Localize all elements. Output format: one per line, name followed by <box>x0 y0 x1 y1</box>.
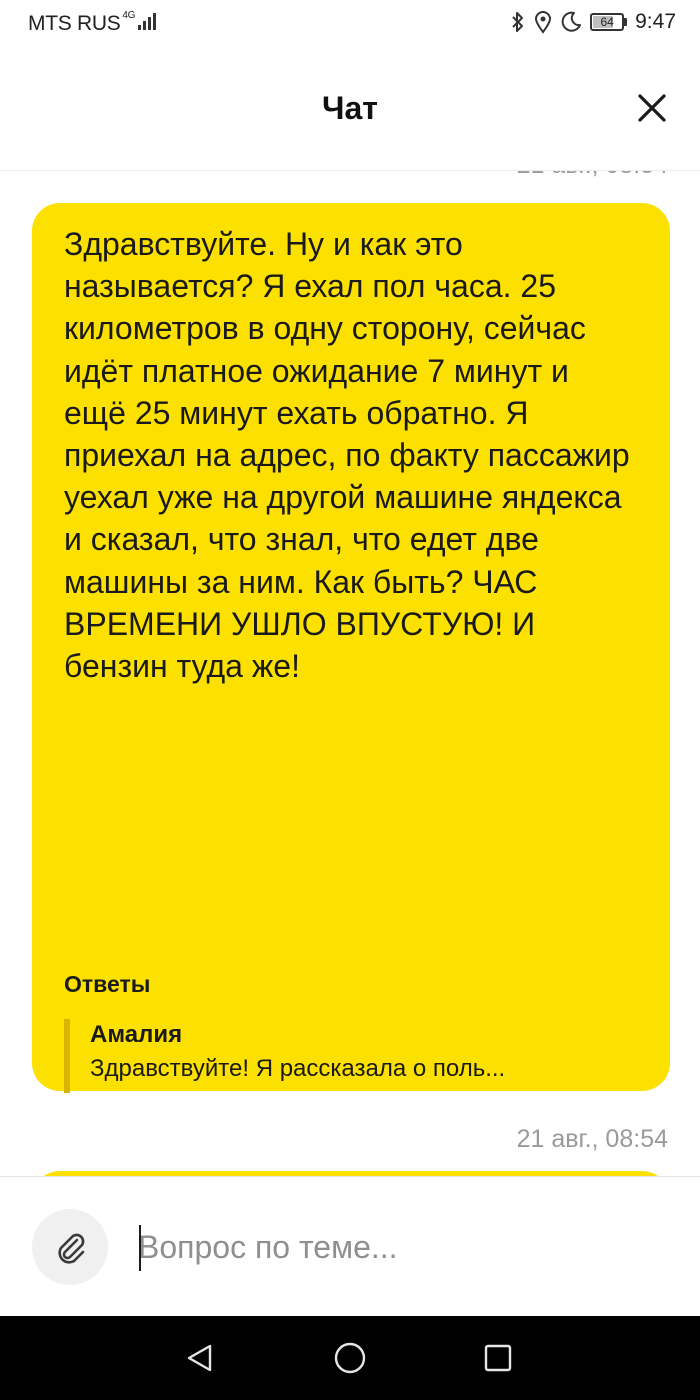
close-button[interactable] <box>636 92 668 124</box>
battery-level: 64 <box>600 15 614 29</box>
attach-button[interactable] <box>32 1209 108 1285</box>
replies-label: Ответы <box>64 971 151 997</box>
network-type: 4G <box>122 10 136 21</box>
status-bar: MTS RUS 4G 64 9:47 <box>0 0 700 48</box>
home-icon <box>334 1342 366 1374</box>
reply-author: Амалия <box>90 1021 183 1048</box>
message-timestamp: 21 авг., 08:54 <box>516 1125 668 1153</box>
text-caret <box>139 1225 141 1271</box>
message-text: Здравствуйте. Ну и как это называется? Я… <box>64 226 630 685</box>
paperclip-icon <box>58 1233 85 1264</box>
status-icons: 64 9:47 <box>510 10 676 34</box>
reply-quote[interactable]: Амалия Здравствуйте! Я рассказала о поль… <box>64 1019 638 1093</box>
close-icon <box>638 94 666 122</box>
nav-back-button[interactable] <box>180 1338 220 1378</box>
chat-messages[interactable]: 21 авг., 08:54 Здравствуйте. Ну и как эт… <box>0 170 700 1176</box>
carrier-info: MTS RUS 4G <box>28 10 160 36</box>
nav-home-button[interactable] <box>330 1338 370 1378</box>
chat-header: Чат <box>0 48 700 170</box>
system-nav-bar <box>0 1316 700 1400</box>
battery-icon: 64 <box>590 13 628 31</box>
status-time: 9:47 <box>635 10 676 33</box>
back-icon <box>187 1344 212 1372</box>
bluetooth-icon <box>512 12 524 32</box>
message-input[interactable] <box>138 1221 658 1273</box>
message-bubble[interactable]: Здравствуйте. Ну и как это называется? Я… <box>32 203 670 1093</box>
page-title: Чат <box>322 90 378 126</box>
recent-apps-icon <box>484 1344 512 1372</box>
location-icon <box>535 11 552 34</box>
reply-preview: Здравствуйте! Я рассказала о поль... <box>90 1055 506 1082</box>
do-not-disturb-icon <box>561 11 582 32</box>
message-timestamp: 21 авг., 08:54 <box>517 171 668 180</box>
carrier-name: MTS RUS <box>28 12 121 35</box>
nav-recent-button[interactable] <box>478 1338 518 1378</box>
message-composer <box>0 1176 700 1316</box>
signal-strength-icon <box>138 13 157 30</box>
